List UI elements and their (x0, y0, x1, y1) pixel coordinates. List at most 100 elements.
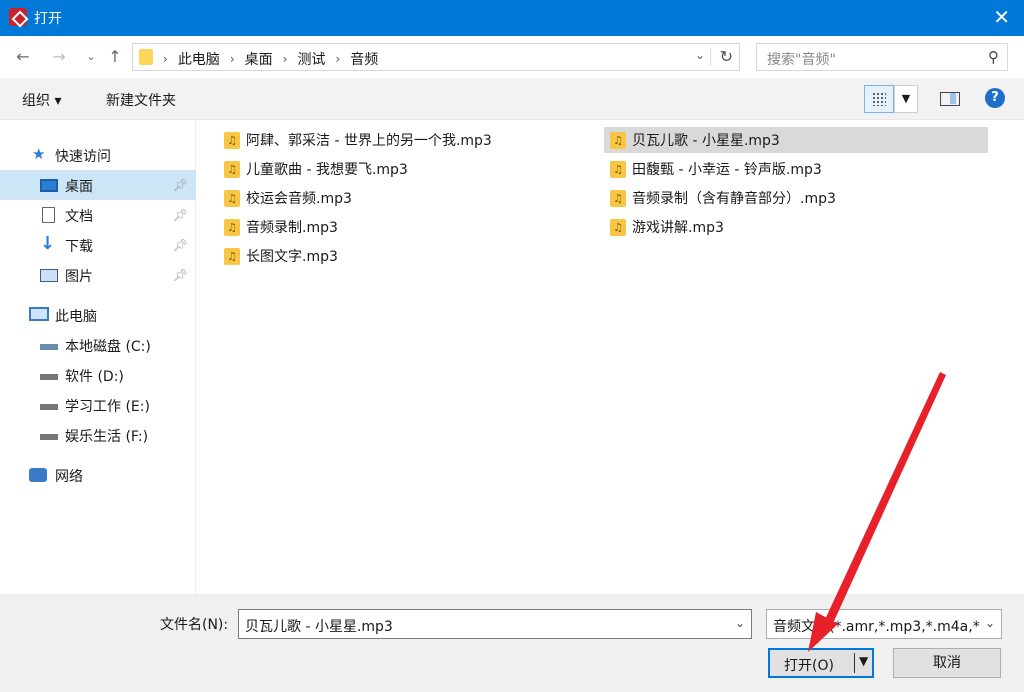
dialog-footer: 文件名(N): 贝瓦儿歌 - 小星星.mp3 ⌄ 音频文件(*.amr,*.mp… (0, 594, 1024, 692)
sidebar-item-drive-d[interactable]: 软件 (D:) (0, 360, 196, 390)
sidebar-label: 本地磁盘 (C:) (65, 339, 151, 355)
list-item[interactable]: ♫ 音频录制（含有静音部分）.mp3 (604, 185, 836, 211)
chevron-right-icon[interactable]: › (230, 52, 235, 66)
list-item[interactable]: ♫ 儿童歌曲 - 我想要飞.mp3 (218, 156, 408, 182)
breadcrumb-test[interactable]: 测试 (297, 49, 325, 69)
file-name: 校运会音频.mp3 (246, 191, 352, 207)
sidebar-label: 文档 (65, 209, 93, 225)
desktop-icon (40, 179, 58, 192)
sidebar-item-this-pc[interactable]: 此电脑 (0, 300, 196, 330)
divider (854, 653, 855, 673)
sidebar-label: 图片 (65, 269, 93, 285)
help-icon[interactable]: ? (985, 88, 1005, 108)
list-item[interactable]: ♫ 游戏讲解.mp3 (604, 214, 724, 240)
list-item[interactable]: ♫ 阿肆、郭采洁 - 世界上的另一个我.mp3 (218, 127, 492, 153)
pictures-icon (40, 269, 58, 282)
filename-field[interactable]: 贝瓦儿歌 - 小星星.mp3 ⌄ (238, 609, 752, 639)
list-item[interactable]: ♫ 音频录制.mp3 (218, 214, 338, 240)
computer-icon (29, 307, 49, 321)
drive-icon (40, 344, 58, 350)
sidebar-label: 此电脑 (55, 309, 97, 325)
sidebar-item-pictures[interactable]: 图片 📌︎ (0, 260, 196, 290)
view-dropdown-icon[interactable]: ▼ (894, 85, 918, 113)
drive-icon (40, 404, 58, 410)
chevron-right-icon[interactable]: › (283, 52, 288, 66)
sidebar-label: 学习工作 (E:) (65, 399, 150, 415)
chevron-down-icon[interactable]: ⌄ (735, 616, 745, 630)
breadcrumb: › 此电脑 › 桌面 › 测试 › 音频 (163, 49, 378, 69)
breadcrumb-this-pc[interactable]: 此电脑 (178, 49, 220, 69)
file-type-select[interactable]: 音频文件(*.amr,*.mp3,*.m4a,* ⌄ (766, 609, 1002, 639)
file-name: 音频录制.mp3 (246, 220, 338, 236)
audio-file-icon: ♫ (224, 247, 240, 265)
sidebar-item-quick-access[interactable]: ★ 快速访问 (0, 140, 196, 170)
window-title: 打开 (34, 11, 62, 27)
open-button[interactable]: 打开(O) ▼ (768, 648, 874, 678)
file-name: 儿童歌曲 - 我想要飞.mp3 (246, 162, 408, 178)
pin-icon[interactable]: 📌︎ (173, 268, 188, 282)
list-item-selected[interactable]: ♫ 贝瓦儿歌 - 小星星.mp3 (604, 127, 988, 153)
file-name: 贝瓦儿歌 - 小星星.mp3 (632, 133, 780, 149)
drive-icon (40, 374, 58, 380)
audio-file-icon: ♫ (224, 189, 240, 207)
new-folder-button[interactable]: 新建文件夹 (106, 90, 176, 110)
file-name: 游戏讲解.mp3 (632, 220, 724, 236)
up-arrow-icon[interactable]: ↑ (104, 46, 126, 68)
forward-arrow-icon[interactable]: → (48, 46, 70, 68)
list-item[interactable]: ♫ 田馥甄 - 小幸运 - 铃声版.mp3 (604, 156, 822, 182)
sidebar-label: 娱乐生活 (F:) (65, 429, 149, 445)
navigation-pane: ★ 快速访问 桌面 📌︎ 文档 📌︎ ↓ 下载 📌︎ 图片 📌︎ 此电脑 本地磁… (0, 120, 196, 594)
folder-icon (139, 49, 153, 65)
list-item[interactable]: ♫ 校运会音频.mp3 (218, 185, 352, 211)
toolbar: 组织 ▾ 新建文件夹 ▼ ? (0, 78, 1024, 120)
sidebar-label: 桌面 (65, 179, 93, 195)
audio-file-icon: ♫ (224, 131, 240, 149)
audio-file-icon: ♫ (224, 218, 240, 236)
sidebar-item-network[interactable]: 网络 (0, 460, 196, 490)
sidebar-item-desktop[interactable]: 桌面 📌︎ (0, 170, 196, 200)
search-placeholder: 搜索"音频" (767, 52, 836, 68)
breadcrumb-desktop[interactable]: 桌面 (245, 49, 273, 69)
pin-icon[interactable]: 📌︎ (173, 178, 188, 192)
star-icon: ★ (32, 145, 46, 163)
change-view-button[interactable] (864, 85, 894, 113)
sidebar-item-drive-c[interactable]: 本地磁盘 (C:) (0, 330, 196, 360)
close-icon[interactable]: ✕ (993, 6, 1010, 28)
sidebar-item-downloads[interactable]: ↓ 下载 📌︎ (0, 230, 196, 260)
sidebar-item-drive-e[interactable]: 学习工作 (E:) (0, 390, 196, 420)
sidebar-item-documents[interactable]: 文档 📌︎ (0, 200, 196, 230)
list-item[interactable]: ♫ 长图文字.mp3 (218, 243, 338, 269)
chevron-right-icon: › (163, 52, 168, 66)
audio-file-icon: ♫ (610, 131, 626, 149)
refresh-icon[interactable]: ↻ (720, 47, 733, 66)
audio-file-icon: ♫ (224, 160, 240, 178)
search-icon[interactable]: ⚲ (988, 48, 999, 66)
network-icon (29, 468, 47, 482)
audio-file-icon: ♫ (610, 160, 626, 178)
document-icon (42, 207, 55, 223)
file-name: 田馥甄 - 小幸运 - 铃声版.mp3 (632, 162, 822, 178)
file-name: 长图文字.mp3 (246, 249, 338, 265)
recent-locations-chevron-icon[interactable]: ⌄ (80, 46, 102, 68)
organize-button[interactable]: 组织 ▾ (22, 90, 61, 110)
address-dropdown-icon[interactable]: ⌄ (695, 48, 705, 62)
download-icon: ↓ (40, 233, 56, 254)
audio-file-icon: ♫ (610, 218, 626, 236)
breadcrumb-audio[interactable]: 音频 (350, 49, 378, 69)
back-arrow-icon[interactable]: ← (12, 46, 34, 68)
sidebar-label: 网络 (55, 469, 83, 485)
chevron-down-icon[interactable]: ⌄ (984, 616, 995, 630)
address-bar[interactable]: › 此电脑 › 桌面 › 测试 › 音频 ⌄ ↻ (132, 43, 740, 71)
sidebar-item-drive-f[interactable]: 娱乐生活 (F:) (0, 420, 196, 450)
open-dropdown-icon[interactable]: ▼ (859, 654, 868, 668)
navigation-bar: ← → ⌄ ↑ › 此电脑 › 桌面 › 测试 › 音频 ⌄ ↻ 搜索"音频" … (0, 36, 1024, 78)
grid-view-icon (872, 92, 886, 106)
filename-value[interactable]: 贝瓦儿歌 - 小星星.mp3 (245, 616, 393, 636)
search-input[interactable]: 搜索"音频" ⚲ (756, 43, 1008, 71)
cancel-button[interactable]: 取消 (893, 648, 1001, 678)
chevron-right-icon[interactable]: › (335, 52, 340, 66)
pin-icon[interactable]: 📌︎ (173, 208, 188, 222)
preview-pane-icon[interactable] (940, 92, 960, 106)
file-name: 阿肆、郭采洁 - 世界上的另一个我.mp3 (246, 133, 492, 149)
pin-icon[interactable]: 📌︎ (173, 238, 188, 252)
